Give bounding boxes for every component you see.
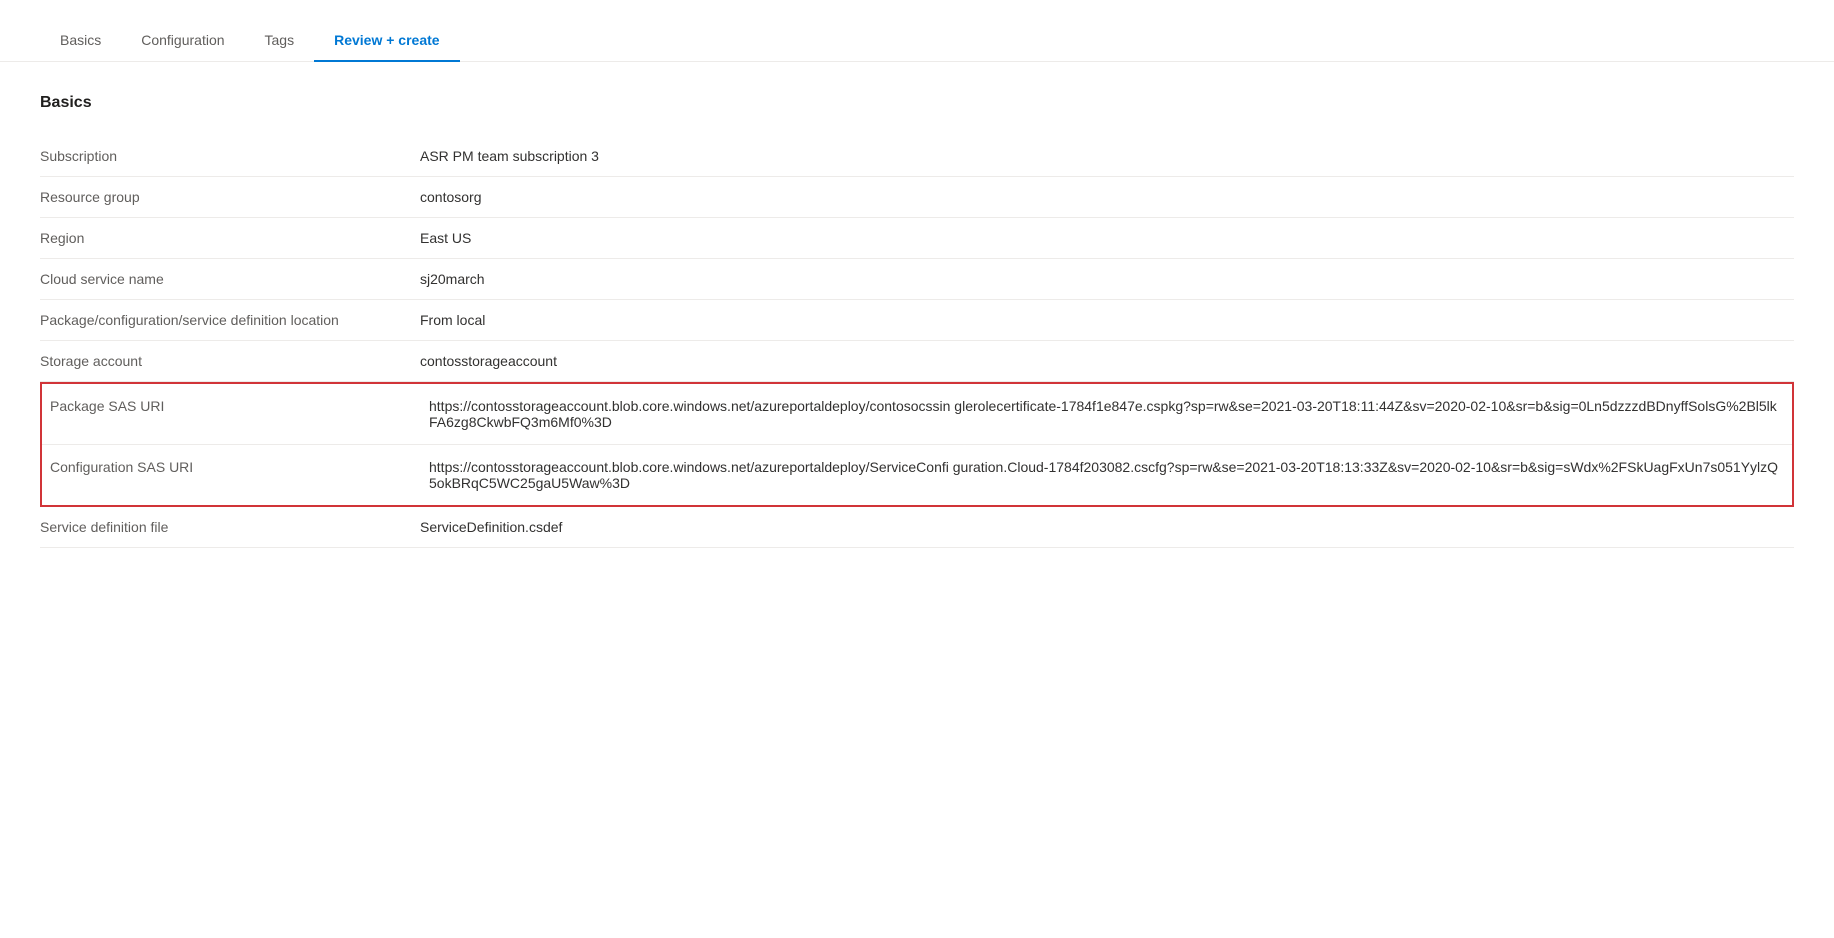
- bottom-table: Service definition file ServiceDefinitio…: [40, 507, 1794, 548]
- value-configuration-sas-uri: https://contosstorageaccount.blob.core.w…: [421, 445, 1793, 507]
- label-service-definition-file: Service definition file: [40, 507, 420, 548]
- row-package-sas-uri: Package SAS URI https://contosstorageacc…: [41, 383, 1793, 445]
- label-storage-account: Storage account: [40, 341, 420, 382]
- label-region: Region: [40, 218, 420, 259]
- value-subscription: ASR PM team subscription 3: [420, 136, 1794, 177]
- tab-basics[interactable]: Basics: [40, 20, 121, 62]
- row-configuration-sas-uri: Configuration SAS URI https://contosstor…: [41, 445, 1793, 507]
- value-package-location: From local: [420, 300, 1794, 341]
- main-content: Basics Subscription ASR PM team subscrip…: [0, 62, 1834, 580]
- value-cloud-service-name: sj20march: [420, 259, 1794, 300]
- label-resource-group: Resource group: [40, 177, 420, 218]
- value-resource-group: contosorg: [420, 177, 1794, 218]
- value-region: East US: [420, 218, 1794, 259]
- row-cloud-service-name: Cloud service name sj20march: [40, 259, 1794, 300]
- row-resource-group: Resource group contosorg: [40, 177, 1794, 218]
- label-cloud-service-name: Cloud service name: [40, 259, 420, 300]
- tab-review-create[interactable]: Review + create: [314, 20, 459, 62]
- details-table: Subscription ASR PM team subscription 3 …: [40, 136, 1794, 382]
- row-region: Region East US: [40, 218, 1794, 259]
- label-configuration-sas-uri: Configuration SAS URI: [41, 445, 421, 507]
- row-package-location: Package/configuration/service definition…: [40, 300, 1794, 341]
- value-service-definition-file: ServiceDefinition.csdef: [420, 507, 1794, 548]
- value-storage-account: contosstorageaccount: [420, 341, 1794, 382]
- label-package-sas-uri: Package SAS URI: [41, 383, 421, 445]
- label-subscription: Subscription: [40, 136, 420, 177]
- row-subscription: Subscription ASR PM team subscription 3: [40, 136, 1794, 177]
- tab-configuration[interactable]: Configuration: [121, 20, 244, 62]
- row-storage-account: Storage account contosstorageaccount: [40, 341, 1794, 382]
- tab-tags[interactable]: Tags: [245, 20, 315, 62]
- value-package-sas-uri: https://contosstorageaccount.blob.core.w…: [421, 383, 1793, 445]
- section-title: Basics: [40, 94, 1794, 112]
- page-container: Basics Configuration Tags Review + creat…: [0, 0, 1834, 938]
- highlighted-table: Package SAS URI https://contosstorageacc…: [40, 382, 1794, 507]
- tab-navigation: Basics Configuration Tags Review + creat…: [0, 0, 1834, 62]
- label-package-location: Package/configuration/service definition…: [40, 300, 420, 341]
- row-service-definition-file: Service definition file ServiceDefinitio…: [40, 507, 1794, 548]
